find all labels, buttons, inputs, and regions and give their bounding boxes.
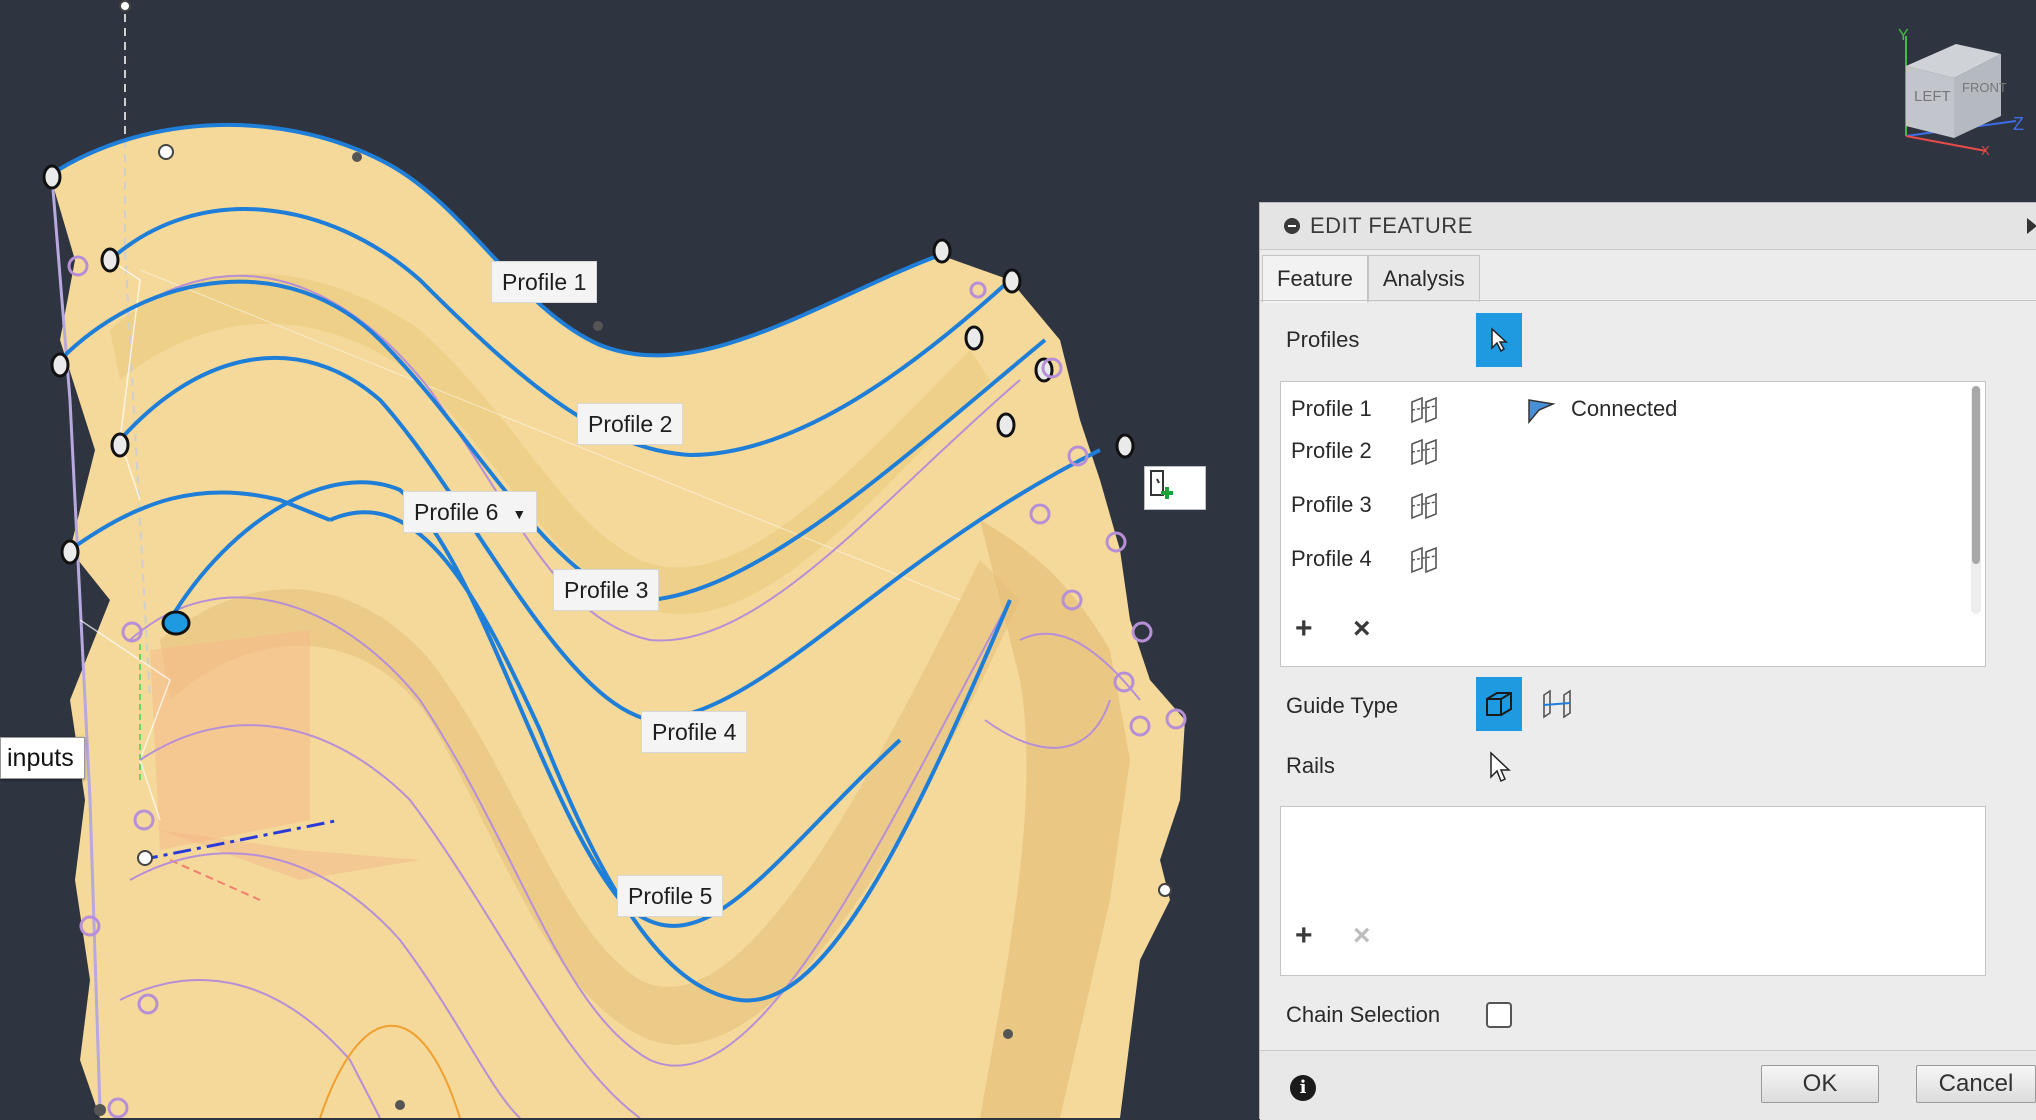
rails-list[interactable]: + × (1280, 806, 1986, 976)
profile-status: Connected (1571, 396, 1678, 421)
list-item[interactable]: Profile 1 Connected (1281, 386, 1961, 434)
panel-tabs: Feature Analysis (1262, 255, 1480, 303)
tab-feature[interactable]: Feature (1262, 255, 1368, 303)
remove-rail-button[interactable]: × (1353, 921, 1371, 951)
add-section-icon (1150, 470, 1173, 499)
chevron-down-icon: ▼ (512, 505, 527, 522)
list-item[interactable]: Profile 2 (1281, 428, 1961, 476)
centerline-guide-icon (1543, 689, 1571, 719)
add-profile-button[interactable]: + (1295, 614, 1313, 644)
tab-analysis[interactable]: Analysis (1367, 255, 1480, 302)
add-section-button[interactable] (1144, 466, 1206, 510)
profile-label-3[interactable]: Profile 3 (553, 569, 660, 611)
edit-feature-panel: EDIT FEATURE Feature Analysis Profiles P… (1259, 202, 2036, 1120)
ok-button[interactable]: OK (1761, 1065, 1879, 1103)
chain-selection-label: Chain Selection (1286, 1002, 1441, 1027)
profiles-list[interactable]: Profile 1 Connected Profile 2 Profile 3 (1280, 381, 1986, 667)
rails-guide-icon (1486, 692, 1512, 716)
cancel-button[interactable]: Cancel (1916, 1065, 2036, 1103)
view-cube[interactable]: LEFT FRONT Y Z X (1876, 26, 2036, 156)
guide-type-rails-button[interactable] (1476, 677, 1522, 731)
profile-label-2[interactable]: Profile 2 (577, 403, 684, 445)
list-item[interactable]: Profile 4 (1281, 536, 1961, 584)
collapse-icon[interactable] (1284, 218, 1300, 234)
profile-name: Profile 3 (1291, 492, 1372, 517)
expand-arrow-icon[interactable] (2027, 218, 2036, 234)
profile-label-4[interactable]: Profile 4 (641, 711, 748, 753)
list-item[interactable]: Profile 3 (1281, 482, 1961, 530)
axis-x-label: X (1981, 143, 1990, 156)
panel-header[interactable]: EDIT FEATURE (1260, 203, 2036, 250)
cursor-arrow-icon (1491, 327, 1508, 353)
axis-y-label: Y (1898, 27, 1909, 44)
guide-type-label: Guide Type (1286, 693, 1399, 718)
profiles-scrollbar[interactable] (1971, 386, 1981, 614)
chain-selection-checkbox[interactable] (1486, 1002, 1512, 1028)
add-rail-button[interactable]: + (1295, 921, 1313, 951)
panel-footer: i OK Cancel (1260, 1050, 2036, 1120)
profile-name: Profile 1 (1291, 396, 1372, 421)
remove-profile-button[interactable]: × (1353, 614, 1371, 644)
profile-label-5[interactable]: Profile 5 (617, 875, 724, 917)
profile-section-icon[interactable] (1408, 492, 1442, 520)
profiles-label: Profiles (1286, 327, 1360, 352)
tab-divider (1260, 300, 2036, 301)
mouse-cursor-icon (1490, 751, 1511, 783)
profile-name: Profile 4 (1291, 546, 1372, 571)
profiles-select-button[interactable] (1476, 313, 1522, 367)
profile-section-icon[interactable] (1408, 396, 1442, 424)
profile-label-6-dropdown[interactable]: Profile 6 ▼ (403, 491, 538, 533)
guide-type-centerline-button[interactable] (1534, 677, 1580, 731)
viewcube-left-face[interactable]: LEFT (1914, 88, 1951, 105)
info-icon[interactable]: i (1290, 1075, 1316, 1101)
rails-label: Rails (1286, 753, 1335, 778)
panel-title: EDIT FEATURE (1310, 213, 1473, 238)
viewcube-front-face[interactable]: FRONT (1962, 80, 2007, 95)
profile-name: Profile 2 (1291, 438, 1372, 463)
profile-label-1[interactable]: Profile 1 (491, 261, 598, 303)
profile-section-icon[interactable] (1408, 438, 1442, 466)
inputs-tooltip: inputs (0, 737, 85, 779)
scrollbar-thumb[interactable] (1972, 386, 1980, 564)
profile-section-icon[interactable] (1408, 546, 1442, 574)
connected-icon[interactable] (1525, 396, 1559, 424)
axis-z-label: Z (2013, 114, 2024, 134)
